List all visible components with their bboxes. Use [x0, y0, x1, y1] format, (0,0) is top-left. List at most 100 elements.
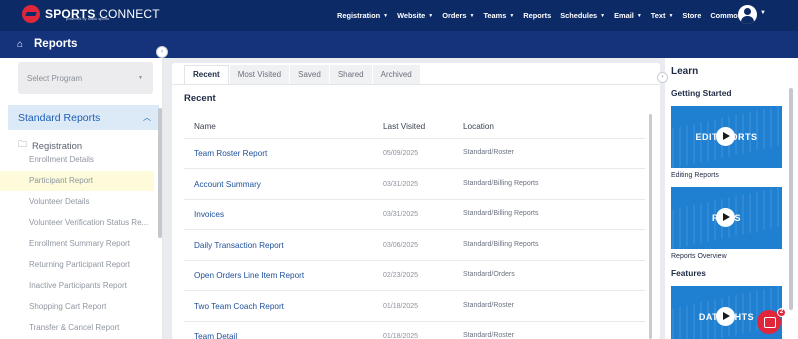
- sidebar-report-item[interactable]: Enrollment Summary Report: [0, 234, 154, 254]
- video-caption[interactable]: Editing Reports: [671, 172, 719, 179]
- nav-item-text[interactable]: Text ▼: [651, 11, 674, 20]
- avatar-caret-icon[interactable]: ▼: [760, 10, 766, 16]
- sports-connect-logo[interactable]: SPORTS CONNECT: [22, 3, 160, 25]
- tab-most-visited[interactable]: Most Visited: [229, 65, 290, 84]
- play-icon[interactable]: [716, 127, 735, 146]
- column-header-last-visited: Last Visited: [383, 122, 426, 131]
- nav-item-label: Reports: [523, 11, 552, 20]
- report-location: Standard/Billing Reports: [463, 179, 539, 187]
- report-location: Standard/Billing Reports: [463, 210, 539, 217]
- nav-item-registration[interactable]: Registration ▼: [337, 11, 388, 20]
- nav-item-schedules[interactable]: Schedules ▼: [560, 11, 605, 20]
- getting-started-heading: Getting Started: [671, 88, 732, 98]
- page-header: ⌂ Reports: [0, 31, 798, 58]
- top-navigation-bar: SPORTS CONNECT powered by stack sports R…: [0, 0, 798, 31]
- learn-scrollbar[interactable]: [789, 88, 793, 310]
- tab-shared[interactable]: Shared: [329, 65, 372, 84]
- select-program-placeholder: Select Program: [27, 74, 83, 83]
- column-header-location: Location: [463, 122, 494, 131]
- reports-card: [172, 63, 660, 339]
- chevron-down-icon: ▼: [636, 12, 642, 19]
- row-divider: [184, 259, 645, 261]
- report-name-link[interactable]: Daily Transaction Report: [194, 241, 284, 250]
- report-name-link[interactable]: Invoices: [194, 210, 224, 219]
- logo-subtext: powered by stack sports: [66, 16, 110, 21]
- nav-item-label: Teams: [483, 11, 507, 20]
- main-scrollbar[interactable]: [649, 114, 652, 339]
- nav-item-label: Text: [650, 11, 666, 20]
- last-visited-date: 02/23/2025: [383, 272, 419, 279]
- tab-archived[interactable]: Archived: [372, 65, 420, 84]
- play-icon[interactable]: [716, 307, 735, 326]
- sidebar-report-item[interactable]: Inactive Participants Report: [0, 276, 154, 296]
- nav-item-website[interactable]: Website ▼: [397, 11, 433, 20]
- column-header-name: Name: [194, 122, 216, 131]
- report-location: Standard/Roster: [463, 149, 514, 156]
- last-visited-date: 01/18/2025: [383, 333, 419, 339]
- report-name-link[interactable]: Account Summary: [194, 180, 261, 189]
- tab-saved[interactable]: Saved: [290, 65, 329, 84]
- standard-reports-section[interactable]: Standard Reports ︿: [8, 105, 159, 130]
- select-program-dropdown[interactable]: Select Program ▼: [18, 62, 153, 94]
- chevron-down-icon: ▼: [138, 75, 143, 81]
- collapse-learn-button[interactable]: ›: [657, 72, 668, 83]
- chevron-down-icon: ▼: [600, 12, 606, 19]
- logo-mark-icon: [22, 5, 40, 23]
- sidebar-report-item[interactable]: Enrollment Details: [0, 150, 154, 170]
- report-tabs: Recent Most Visited Saved Shared Archived: [184, 65, 421, 84]
- video-thumbnail-editing-reports[interactable]: EDITI PORTS: [671, 106, 782, 168]
- last-visited-date: 03/31/2025: [383, 180, 419, 188]
- report-name-link[interactable]: Team Detail: [194, 332, 237, 339]
- row-divider: [184, 290, 645, 291]
- sidebar-report-item[interactable]: Participant Report: [0, 171, 154, 191]
- row-divider: [184, 229, 645, 230]
- header-divider: [184, 138, 645, 139]
- nav-item-teams[interactable]: Teams ▼: [483, 11, 514, 20]
- report-name-link[interactable]: Open Orders Line Item Report: [194, 271, 304, 280]
- chevron-down-icon: ▼: [469, 12, 475, 19]
- report-location: Standard/Roster: [463, 301, 514, 309]
- sidebar-report-item[interactable]: Volunteer Details: [0, 192, 154, 212]
- features-heading: Features: [671, 268, 706, 278]
- chevron-down-icon: ▼: [383, 12, 389, 19]
- tab-recent[interactable]: Recent: [184, 65, 229, 84]
- chevron-down-icon: ▼: [428, 12, 434, 19]
- chevron-down-icon: ▼: [509, 12, 515, 19]
- play-icon[interactable]: [716, 208, 735, 227]
- nav-item-orders[interactable]: Orders ▼: [442, 11, 474, 20]
- sidebar-scrollbar[interactable]: [158, 108, 162, 238]
- nav-item-store[interactable]: Store: [682, 11, 701, 20]
- row-divider: [184, 168, 645, 169]
- report-name-link[interactable]: Team Roster Report: [194, 149, 267, 158]
- sidebar-report-item[interactable]: Transfer & Cancel Report: [0, 318, 154, 338]
- home-icon[interactable]: ⌂: [17, 39, 23, 50]
- collapse-sidebar-button[interactable]: ‹: [156, 46, 168, 58]
- sidebar-report-item[interactable]: Volunteer Verification Status Re...: [0, 213, 154, 233]
- nav-item-label: Store: [682, 11, 702, 20]
- main-nav: Registration ▼ Website ▼ Orders ▼ Teams ▼ Report…: [337, 0, 759, 31]
- last-visited-date: 05/09/2025: [383, 150, 419, 157]
- video-caption[interactable]: Reports Overview: [671, 253, 727, 260]
- chevron-up-icon: ︿: [143, 113, 151, 122]
- last-visited-date: 03/31/2025: [383, 211, 419, 218]
- user-avatar-icon[interactable]: [738, 5, 757, 24]
- video-thumbnail-reports-overview[interactable]: RE TS: [671, 187, 782, 249]
- sidebar-report-item[interactable]: Returning Participant Report: [0, 255, 154, 275]
- nav-item-label: Schedules: [560, 11, 598, 20]
- tabs-divider: [172, 84, 660, 85]
- nav-item-email[interactable]: Email ▼: [614, 11, 642, 20]
- sidebar-report-item[interactable]: Shopping Cart Report: [0, 297, 154, 317]
- report-location: Standard/Billing Reports: [463, 240, 539, 248]
- nav-item-label: Registration: [337, 11, 381, 20]
- report-location: Standard/Orders: [463, 271, 515, 278]
- nav-item-label: Website: [397, 11, 426, 20]
- page-title: Reports: [34, 38, 78, 50]
- nav-item-reports[interactable]: Reports: [523, 11, 551, 20]
- recent-section-title: Recent: [184, 93, 216, 104]
- report-name-link[interactable]: Two Team Coach Report: [194, 302, 284, 311]
- nav-item-label: Email: [614, 11, 634, 20]
- learn-title: Learn: [671, 66, 699, 77]
- chevron-down-icon: ▼: [668, 12, 674, 19]
- nav-item-label: Orders: [442, 11, 467, 20]
- section-label: Standard Reports: [18, 112, 101, 124]
